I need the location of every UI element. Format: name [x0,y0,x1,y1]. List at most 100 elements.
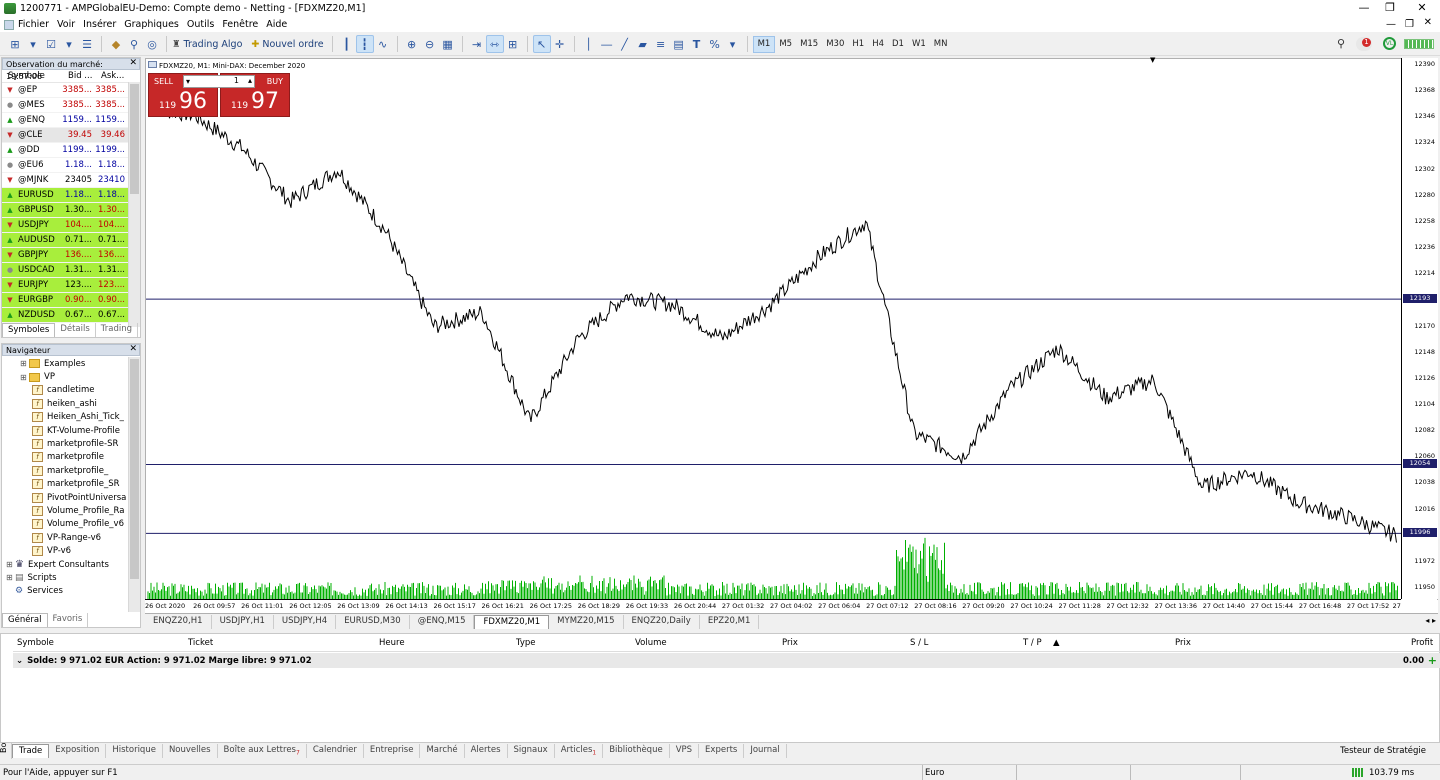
mdi-close-icon[interactable]: ✕ [1424,17,1432,28]
navigator-item[interactable]: f marketprofile [2,451,128,464]
tf-h4[interactable]: H4 [868,36,888,53]
navigator-item[interactable]: f candletime [2,384,128,397]
lot-up-icon[interactable]: ▴ [248,76,252,85]
toolbox-tab[interactable]: Journal [744,744,787,758]
expand-icon[interactable]: ⊞ [6,560,15,569]
market-watch-row[interactable]: ▼ @MJNK 23405 23410 [2,173,140,188]
col-heure[interactable]: Heure [379,638,405,648]
col-prix[interactable]: Prix [782,638,798,648]
toolbox-tab[interactable]: Signaux [508,744,555,758]
data-window-icon[interactable]: ◆ [107,35,125,53]
price-axis[interactable]: 12390 12368 12346 12324 12302 12280 12258 12236… [1401,58,1438,599]
col-ask[interactable]: Ask... [95,71,128,81]
navigator-item[interactable]: f marketprofile-SR [2,437,128,450]
tf-mn[interactable]: MN [930,36,952,53]
strategy-tester-button[interactable]: Testeur de Stratégie [1340,746,1426,756]
market-watch-row[interactable]: ▼ @EP 3385... 3385... [2,83,140,98]
line-chart-icon[interactable]: ∿ [374,35,392,53]
crosshair-icon[interactable]: ✛ [551,35,569,53]
new-chart-icon[interactable]: ⊞ [6,35,24,53]
vertical-line-icon[interactable]: │ [580,35,598,53]
navigator-item[interactable]: f Heiken_Ashi_Tick_ [2,411,128,424]
market-watch-close-icon[interactable]: ✕ [129,58,137,68]
col-symbole[interactable]: Symbole [17,638,54,648]
collapse-icon[interactable]: ⌄ [16,656,23,666]
tf-m1[interactable]: M1 [752,35,776,53]
tabs-scroll-icon[interactable]: ◂ ▸ [1425,616,1436,625]
trading-algo-button[interactable]: ♜ Trading Algo [172,35,242,54]
tf-d1[interactable]: D1 [888,36,908,53]
chart-tab[interactable]: MYMZ20,M15 [549,615,624,629]
tab-general[interactable]: Général [2,613,48,627]
chart-tab[interactable]: EURUSD,M30 [336,615,410,629]
toolbox-tab[interactable]: Calendrier [307,744,364,758]
candlestick-icon[interactable]: ┇ [355,35,374,53]
market-watch-row[interactable]: ▲ NZDUSD 0.67... 0.67... [2,308,140,323]
new-order-button[interactable]: ✚ Nouvel ordre [251,35,323,54]
tab-favoris[interactable]: Favoris [48,613,89,627]
close-button[interactable]: ✕ [1408,0,1436,17]
market-watch-row[interactable]: ▼ EURGBP 0.90... 0.90... [2,293,140,308]
profiles-icon[interactable]: ▾ [24,35,42,53]
navigator-item[interactable]: ⊞ ▤ Scripts [2,571,128,584]
channel-icon[interactable]: ▰ [634,35,652,53]
navigator-item[interactable]: f heiken_ashi [2,397,128,410]
trendline-icon[interactable]: ╱ [616,35,634,53]
expand-icon[interactable]: ⊞ [20,359,29,368]
navigator-item[interactable]: f Volume_Profile_Ra [2,504,128,517]
chart-tab[interactable]: USDJPY,H4 [274,615,337,629]
navigator-icon[interactable]: ⚲ [125,35,143,53]
menu-graphiques[interactable]: Graphiques [124,19,187,30]
tf-w1[interactable]: W1 [908,36,930,53]
tab-details[interactable]: Détails [55,323,96,337]
market-watch-row[interactable]: ▲ GBPUSD 1.30... 1.30... [2,203,140,218]
tf-m15[interactable]: M15 [796,36,822,53]
restore-button[interactable]: ❐ [1376,0,1404,17]
add-order-icon[interactable]: + [1428,654,1437,667]
market-watch-row[interactable]: ● @MES 3385... 3385... [2,98,140,113]
market-watch-row[interactable]: ▼ USDJPY 104.... 104.... [2,218,140,233]
navigator-item[interactable]: f VP-Range-v6 [2,531,128,544]
navigator-item[interactable]: ⚙ Services [2,585,128,598]
chart-tab[interactable]: @ENQ,M15 [410,615,475,629]
col-type[interactable]: Type [516,638,536,648]
toolbox-tab[interactable]: Nouvelles [163,744,218,758]
scroll-thumb[interactable] [130,84,139,194]
navigator-item[interactable]: ⊞ Examples [2,357,128,370]
expand-icon[interactable]: ⊞ [20,373,29,382]
zoom-in-icon[interactable]: ⊕ [403,35,421,53]
navigator-item[interactable]: ⊞ ♛ Expert Consultants [2,558,128,571]
search-icon[interactable]: ⚲ [1337,37,1345,50]
toolbox-tab[interactable]: Entreprise [364,744,421,758]
menu-aide[interactable]: Aide [266,19,295,30]
shift-marker-icon[interactable]: ▼ [1150,56,1155,64]
minimize-button[interactable]: — [1350,0,1378,17]
chart-window-icon[interactable] [4,19,14,30]
lot-down-icon[interactable]: ▾ [186,77,190,86]
navigator-item[interactable]: f KT-Volume-Profile [2,424,128,437]
chart-tab[interactable]: USDJPY,H1 [212,615,274,629]
toolbox-tab[interactable]: Articles1 [555,744,604,758]
chart-tab[interactable]: FDXMZ20,M1 [474,615,550,629]
col-volume[interactable]: Volume [635,638,667,648]
market-watch-row[interactable]: ▼ @CLE 39.45 39.46 [2,128,140,143]
menu-fichier[interactable]: Fichier [18,19,57,30]
toolbox-tab[interactable]: Bibliothèque [603,744,670,758]
chart-tab[interactable]: ENQZ20,H1 [145,615,212,629]
navigator-item[interactable]: f VP-v6 [2,544,128,557]
balance-row[interactable]: ⌄ Solde: 9 971.02 EUR Action: 9 971.02 M… [13,653,1440,668]
lot-input[interactable]: ▾ 1 ▴ [183,75,255,88]
chart-tab[interactable]: EPZ20,M1 [700,615,760,629]
menu-voir[interactable]: Voir [57,19,83,30]
chart-shift-icon[interactable]: ⇿ [485,35,504,53]
templates-dropdown-icon[interactable]: ▾ [60,35,78,53]
col-profit[interactable]: Profit [1411,638,1433,648]
market-watch-row[interactable]: ▼ GBPJPY 136.... 136.... [2,248,140,263]
mdi-minimize-icon[interactable]: — [1386,19,1396,30]
market-watch-row[interactable]: ▲ @ENQ 1159... 1159... [2,113,140,128]
navigator-item[interactable]: ⊞ VP [2,370,128,383]
col-bid[interactable]: Bid ... [62,71,95,81]
signal-icon[interactable]: ◎ [143,35,161,53]
chart-window[interactable] [145,58,1438,614]
col-sl[interactable]: S / L [910,638,928,648]
